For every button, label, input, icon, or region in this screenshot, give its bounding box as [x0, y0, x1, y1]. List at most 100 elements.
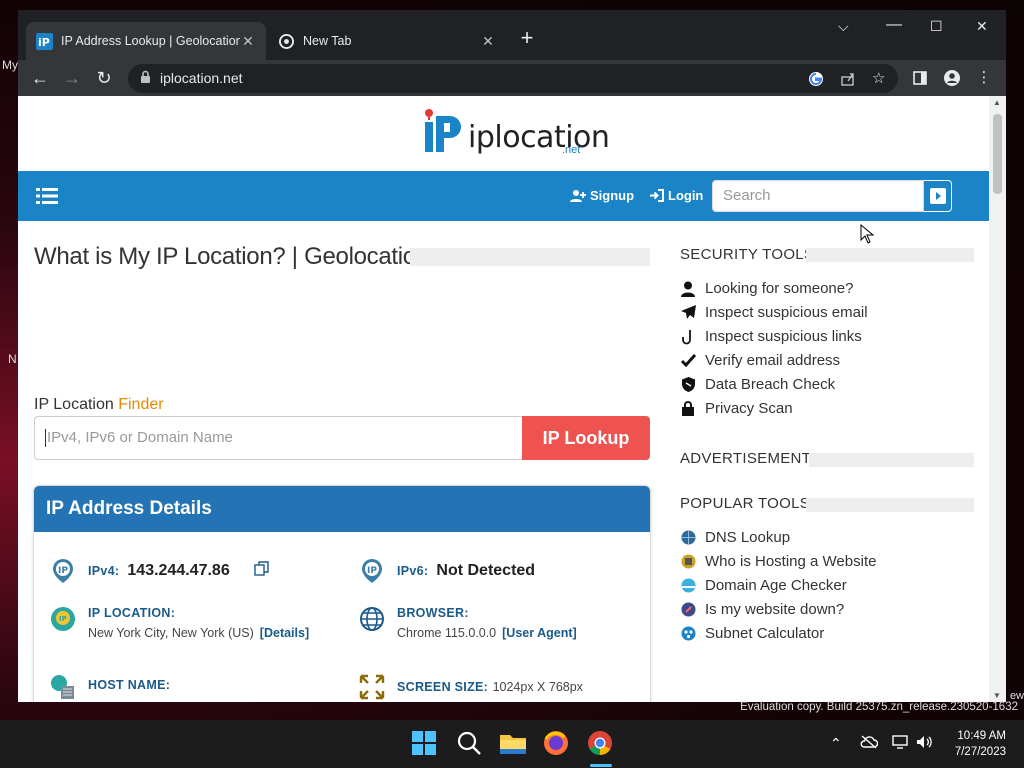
security-item-privacy[interactable]: Privacy Scan — [680, 400, 793, 417]
site-logo[interactable]: iplocation .net — [422, 108, 610, 156]
screen-size-row: SCREEN SIZE: 1024px X 768px — [359, 674, 583, 700]
browser-row: BROWSER: Chrome 115.0.0.0 [User Agent] — [359, 606, 577, 640]
hosting-server-icon — [680, 554, 696, 570]
iplocation-favicon-icon: iP — [36, 32, 53, 50]
mouse-cursor-icon — [860, 223, 875, 249]
subnet-network-icon — [680, 626, 696, 642]
file-explorer-icon[interactable] — [499, 730, 527, 758]
screen-size-label: SCREEN SIZE: — [397, 680, 489, 694]
popular-item-hosting[interactable]: Who is Hosting a Website — [680, 553, 876, 570]
search-submit-button[interactable] — [924, 180, 952, 212]
svg-text:iP: iP — [38, 36, 50, 49]
new-tab-button[interactable]: + — [516, 25, 538, 51]
back-arrow-icon[interactable]: ← — [29, 67, 51, 89]
security-item-label: Inspect suspicious links — [705, 328, 862, 345]
popular-item-label: Who is Hosting a Website — [705, 553, 877, 570]
profile-icon[interactable] — [942, 68, 962, 88]
security-item-verify[interactable]: Verify email address — [680, 352, 840, 369]
side-panel-icon[interactable] — [910, 68, 930, 88]
shield-icon — [680, 377, 696, 393]
minimize-icon[interactable]: — — [886, 16, 902, 34]
bookmark-star-icon[interactable]: ☆ — [872, 71, 888, 87]
svg-text:IP: IP — [367, 566, 377, 576]
location-details-link[interactable]: [Details] — [260, 626, 309, 640]
ip-lookup-button[interactable]: IP Lookup — [522, 416, 650, 460]
close-tab-icon[interactable]: ✕ — [480, 33, 496, 50]
browser-label: BROWSER: — [397, 606, 469, 620]
tab-iplocation[interactable]: iP IP Address Lookup | Geolocation ✕ — [26, 22, 266, 60]
checkmark-icon — [680, 353, 696, 369]
windows-start-icon[interactable] — [411, 730, 439, 758]
ipv4-label: IPv4: — [88, 564, 120, 578]
ipv4-value: 143.244.47.86 — [127, 562, 230, 579]
popular-item-subnet[interactable]: Subnet Calculator — [680, 625, 824, 642]
cloud-offline-icon[interactable] — [860, 735, 879, 752]
person-icon — [680, 281, 696, 297]
security-item-links[interactable]: Inspect suspicious links — [680, 328, 862, 345]
ip-lookup-placeholder: IPv4, IPv6 or Domain Name — [47, 429, 233, 446]
search-icon[interactable] — [456, 730, 484, 758]
sign-in-icon — [650, 189, 664, 202]
chrome-icon — [278, 33, 295, 50]
forward-arrow-icon[interactable]: → — [61, 67, 83, 89]
tab-new-tab[interactable]: New Tab ✕ — [268, 22, 506, 60]
lock-icon[interactable] — [140, 70, 151, 89]
tab-search-icon[interactable]: ⌵ — [838, 18, 849, 35]
google-icon[interactable] — [808, 71, 824, 87]
server-icon — [51, 675, 74, 699]
ip-pin-icon: IP — [362, 559, 382, 583]
browser-window: iP IP Address Lookup | Geolocation ✕ New… — [18, 10, 1006, 702]
heading-divider — [806, 498, 974, 512]
popular-item-label: Is my website down? — [705, 601, 845, 618]
ipv6-label: IPv6: — [397, 564, 429, 578]
page-scrollbar[interactable]: ▲ ▼ — [989, 96, 1006, 702]
popular-item-domain-age[interactable]: Domain Age Checker — [680, 577, 847, 594]
site-header: iplocation .net — [18, 96, 989, 171]
active-app-indicator — [590, 764, 612, 767]
system-clock[interactable]: 10:49 AM 7/27/2023 — [952, 728, 1006, 760]
reload-icon[interactable]: ↻ — [93, 67, 115, 89]
security-item-label: Looking for someone? — [705, 280, 854, 297]
site-search-input[interactable]: Search — [712, 180, 924, 212]
address-bar[interactable]: iplocation.net ☆ — [128, 64, 898, 93]
finder-label: IP Location Finder — [34, 396, 164, 414]
heading-divider — [809, 453, 974, 467]
volume-icon[interactable] — [916, 735, 934, 752]
login-link[interactable]: Login — [650, 188, 703, 203]
map-pin-icon: IP — [51, 607, 75, 631]
network-icon[interactable] — [892, 735, 910, 752]
website-down-icon — [680, 602, 696, 618]
dns-globe-icon — [680, 530, 696, 546]
logo-wordmark: iplocation — [468, 120, 610, 155]
scroll-down-icon[interactable]: ▼ — [993, 691, 1001, 700]
close-tab-icon[interactable]: ✕ — [240, 33, 256, 50]
copy-icon[interactable] — [254, 560, 270, 582]
security-item-looking[interactable]: Looking for someone? — [680, 280, 853, 297]
scrollbar-thumb[interactable] — [993, 114, 1002, 194]
security-item-breach[interactable]: Data Breach Check — [680, 376, 835, 393]
ip-lookup-input[interactable]: IPv4, IPv6 or Domain Name — [34, 416, 522, 460]
user-agent-link[interactable]: [User Agent] — [502, 626, 577, 640]
list-menu-icon[interactable] — [36, 188, 58, 209]
svg-text:IP: IP — [59, 615, 67, 623]
signup-link[interactable]: Signup — [570, 188, 634, 203]
security-item-email[interactable]: Inspect suspicious email — [680, 304, 868, 321]
popular-item-dns[interactable]: DNS Lookup — [680, 529, 790, 546]
tab-strip: iP IP Address Lookup | Geolocation ✕ New… — [18, 10, 1006, 60]
ip-pin-icon: IP — [53, 559, 73, 583]
chrome-taskbar-icon[interactable] — [587, 730, 615, 758]
tab-title: IP Address Lookup | Geolocation — [61, 34, 240, 48]
fish-hook-icon — [680, 329, 696, 345]
scroll-up-icon[interactable]: ▲ — [993, 98, 1001, 107]
show-hidden-icons-icon[interactable]: ⌃ — [830, 735, 842, 752]
popular-item-website-down[interactable]: Is my website down? — [680, 601, 844, 618]
ipv6-value: Not Detected — [436, 562, 536, 579]
share-icon[interactable] — [840, 71, 856, 87]
maximize-icon[interactable]: ☐ — [930, 18, 943, 35]
security-item-label: Privacy Scan — [705, 400, 793, 417]
firefox-icon[interactable] — [543, 730, 571, 758]
menu-kebab-icon[interactable]: ⋮ — [974, 68, 994, 88]
url-text: iplocation.net — [160, 70, 243, 86]
security-item-label: Data Breach Check — [705, 376, 836, 393]
close-window-icon[interactable]: ✕ — [976, 18, 988, 35]
